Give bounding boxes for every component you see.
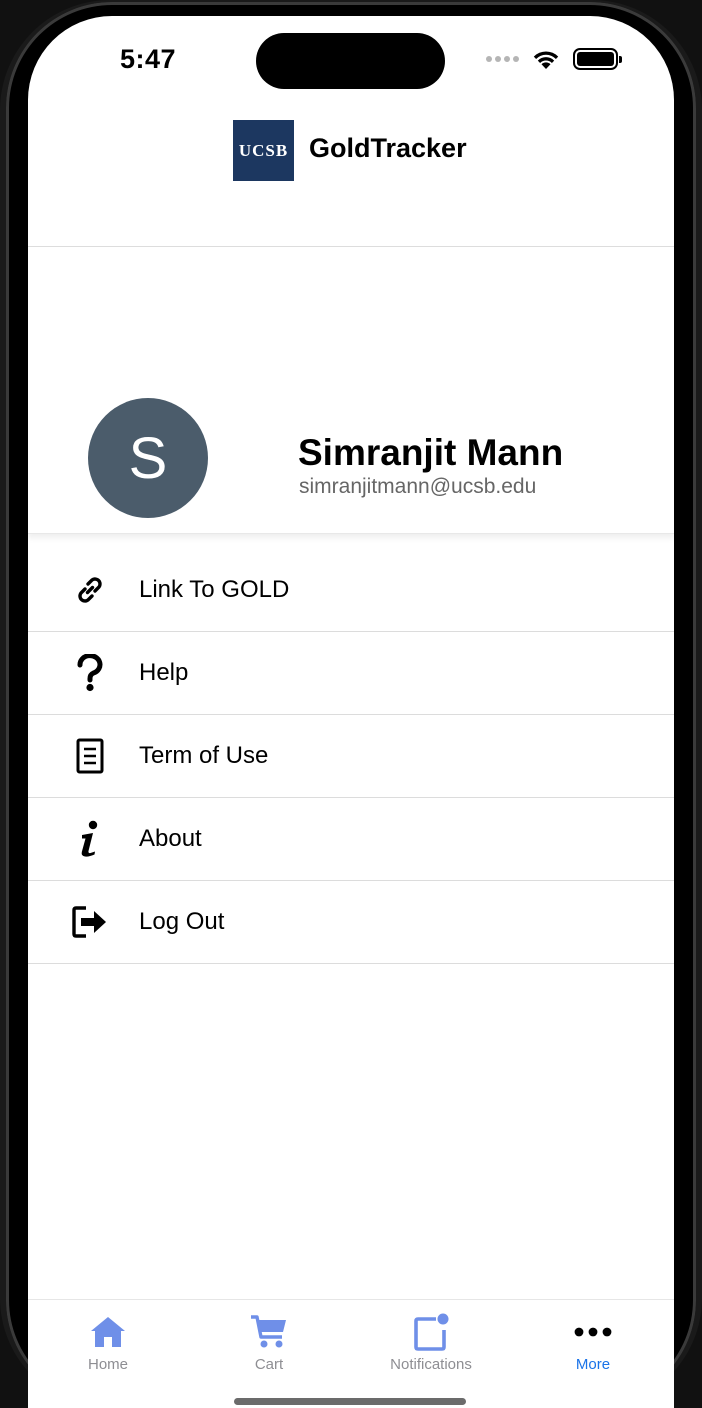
- link-icon: [72, 570, 108, 610]
- tab-cart[interactable]: Cart: [189, 1300, 349, 1400]
- profile-email: simranjitmann@ucsb.edu: [299, 475, 537, 498]
- cellular-signal-icon: [486, 56, 519, 62]
- document-icon: [72, 736, 108, 776]
- tab-label: Cart: [254, 1356, 284, 1373]
- ucsb-logo: UCSB: [233, 120, 294, 181]
- wifi-icon: [533, 51, 559, 69]
- menu-item-label: Link To GOLD: [139, 576, 290, 603]
- app-header: UCSB GoldTracker: [28, 116, 674, 247]
- cart-icon: [249, 1312, 289, 1352]
- battery-icon: [573, 48, 622, 70]
- more-icon: [573, 1312, 613, 1352]
- tab-label: More: [575, 1356, 611, 1373]
- tab-label: Notifications: [390, 1356, 472, 1373]
- menu-item-terms[interactable]: Term of Use: [28, 715, 674, 798]
- menu-item-link-to-gold[interactable]: Link To GOLD: [28, 549, 674, 632]
- menu-item-label: Help: [139, 659, 189, 686]
- info-icon: [72, 819, 108, 859]
- profile-name: Simranjit Mann: [298, 432, 564, 473]
- question-icon: [72, 653, 108, 693]
- tab-home[interactable]: Home: [28, 1300, 188, 1400]
- settings-menu: Link To GOLD Help Term of Use About Log …: [28, 549, 674, 964]
- menu-item-label: Term of Use: [139, 742, 269, 769]
- dynamic-island: [256, 33, 445, 89]
- home-icon: [88, 1312, 128, 1352]
- notification-icon: [411, 1312, 451, 1352]
- tab-bar: Home Cart Notifications More: [28, 1299, 674, 1408]
- profile-card: S Simranjit Mann simranjitmann@ucsb.edu: [28, 247, 674, 534]
- tab-notifications[interactable]: Notifications: [351, 1300, 511, 1400]
- menu-item-label: About: [139, 825, 202, 852]
- menu-item-about[interactable]: About: [28, 798, 674, 881]
- app-title: GoldTracker: [309, 133, 467, 163]
- avatar: S: [88, 398, 208, 518]
- phone-frame: 5:47 UCSB GoldTracker S Simranjit Mann s…: [0, 0, 702, 1408]
- logout-icon: [72, 902, 108, 942]
- menu-item-label: Log Out: [139, 908, 225, 935]
- screen: 5:47 UCSB GoldTracker S Simranjit Mann s…: [28, 16, 674, 1408]
- tab-more[interactable]: More: [513, 1300, 673, 1400]
- menu-item-logout[interactable]: Log Out: [28, 881, 674, 964]
- tab-label: Home: [87, 1356, 128, 1373]
- status-time: 5:47: [120, 44, 177, 74]
- menu-item-help[interactable]: Help: [28, 632, 674, 715]
- home-indicator[interactable]: [234, 1398, 466, 1405]
- status-indicators: [486, 48, 622, 70]
